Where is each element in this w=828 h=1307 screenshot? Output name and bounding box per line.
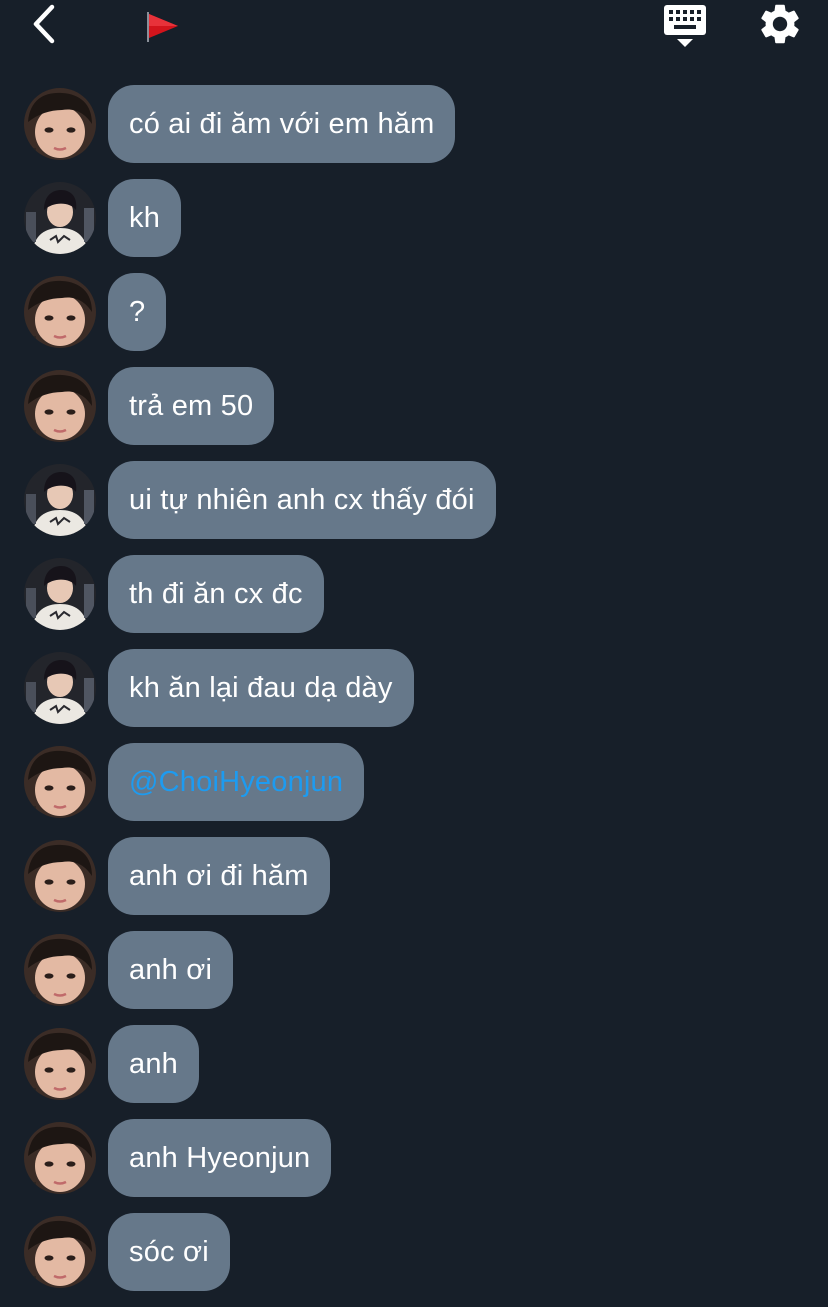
message-bubble[interactable]: anh ơi đi hăm: [108, 837, 330, 915]
message-bubble[interactable]: ?: [108, 273, 167, 351]
avatar[interactable]: [24, 1028, 96, 1100]
message-row: anh: [0, 1025, 828, 1103]
message-row: kh ăn lại đau dạ dày: [0, 649, 828, 727]
message-bubble[interactable]: có ai đi ăm với em hăm: [108, 85, 456, 163]
message-row: anh Hyeonjun: [0, 1119, 828, 1197]
message-bubble[interactable]: anh ơi: [108, 931, 234, 1009]
message-bubble[interactable]: th đi ăn cx đc: [108, 555, 324, 633]
message-bubble[interactable]: ui tự nhiên anh cx thấy đói: [108, 461, 496, 539]
keyboard-icon: [664, 5, 706, 47]
message-row: ui tự nhiên anh cx thấy đói: [0, 461, 828, 539]
message-row: @ChoiHyeonjun: [0, 743, 828, 821]
message-bubble[interactable]: kh: [108, 179, 182, 257]
message-row: trả em 50: [0, 367, 828, 445]
message-row: sóc ơi: [0, 1213, 828, 1291]
avatar[interactable]: [24, 652, 96, 724]
message-bubble[interactable]: trả em 50: [108, 367, 275, 445]
message-bubble[interactable]: anh Hyeonjun: [108, 1119, 332, 1197]
avatar[interactable]: [24, 464, 96, 536]
settings-button[interactable]: [756, 0, 804, 48]
message-bubble[interactable]: sóc ơi: [108, 1213, 230, 1291]
avatar[interactable]: [24, 558, 96, 630]
message-row: anh ơi: [0, 931, 828, 1009]
avatar[interactable]: [24, 1122, 96, 1194]
red-flag-icon: [144, 10, 180, 44]
avatar[interactable]: [24, 182, 96, 254]
message-row: ?: [0, 273, 828, 351]
top-bar: [0, 0, 828, 56]
avatar[interactable]: [24, 746, 96, 818]
message-bubble[interactable]: anh: [108, 1025, 199, 1103]
message-row: anh ơi đi hăm: [0, 837, 828, 915]
message-row: kh: [0, 179, 828, 257]
message-list: có ai đi ăm với em hăm kh ? trả em 50 ui…: [0, 85, 828, 1307]
message-bubble[interactable]: kh ăn lại đau dạ dày: [108, 649, 414, 727]
gear-icon: [761, 4, 799, 44]
message-row: có ai đi ăm với em hăm: [0, 85, 828, 163]
keyboard-button[interactable]: [660, 2, 710, 50]
avatar[interactable]: [24, 1216, 96, 1288]
avatar[interactable]: [24, 840, 96, 912]
message-row: th đi ăn cx đc: [0, 555, 828, 633]
avatar[interactable]: [24, 934, 96, 1006]
avatar[interactable]: [24, 276, 96, 348]
mention-link[interactable]: @ChoiHyeonjun: [108, 743, 365, 821]
back-button[interactable]: [26, 2, 66, 46]
avatar[interactable]: [24, 370, 96, 442]
avatar[interactable]: [24, 88, 96, 160]
chevron-left-icon: [33, 4, 55, 44]
